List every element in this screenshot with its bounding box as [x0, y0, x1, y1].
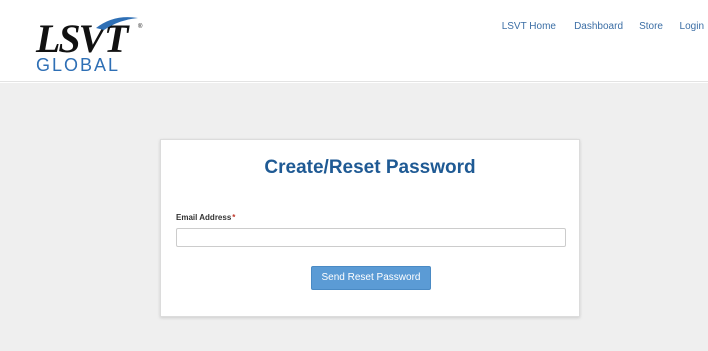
site-header: LSV T ® GLOBAL LSVT Home Dashboard Store…	[0, 0, 708, 82]
reset-password-card: Create/Reset Password Email Address* Sen…	[160, 139, 580, 317]
page-title: Create/Reset Password	[264, 157, 476, 178]
email-label-text: Email Address	[176, 213, 232, 222]
logo-subtext: GLOBAL	[36, 55, 120, 74]
email-label: Email Address*	[176, 213, 235, 223]
required-mark: *	[232, 213, 236, 222]
send-reset-password-button[interactable]: Send Reset Password	[311, 266, 431, 290]
lsvt-global-logo[interactable]: LSV T ® GLOBAL	[34, 14, 146, 74]
trademark-mark: ®	[138, 23, 143, 30]
nav-link-store[interactable]: Store	[639, 21, 663, 33]
nav-link-dashboard[interactable]: Dashboard	[574, 21, 623, 33]
main-content: Create/Reset Password Email Address* Sen…	[0, 83, 708, 351]
nav-link-login[interactable]: Login	[680, 21, 704, 33]
nav-link-lsvt-home[interactable]: LSVT Home	[502, 21, 556, 33]
email-field[interactable]	[176, 228, 566, 247]
